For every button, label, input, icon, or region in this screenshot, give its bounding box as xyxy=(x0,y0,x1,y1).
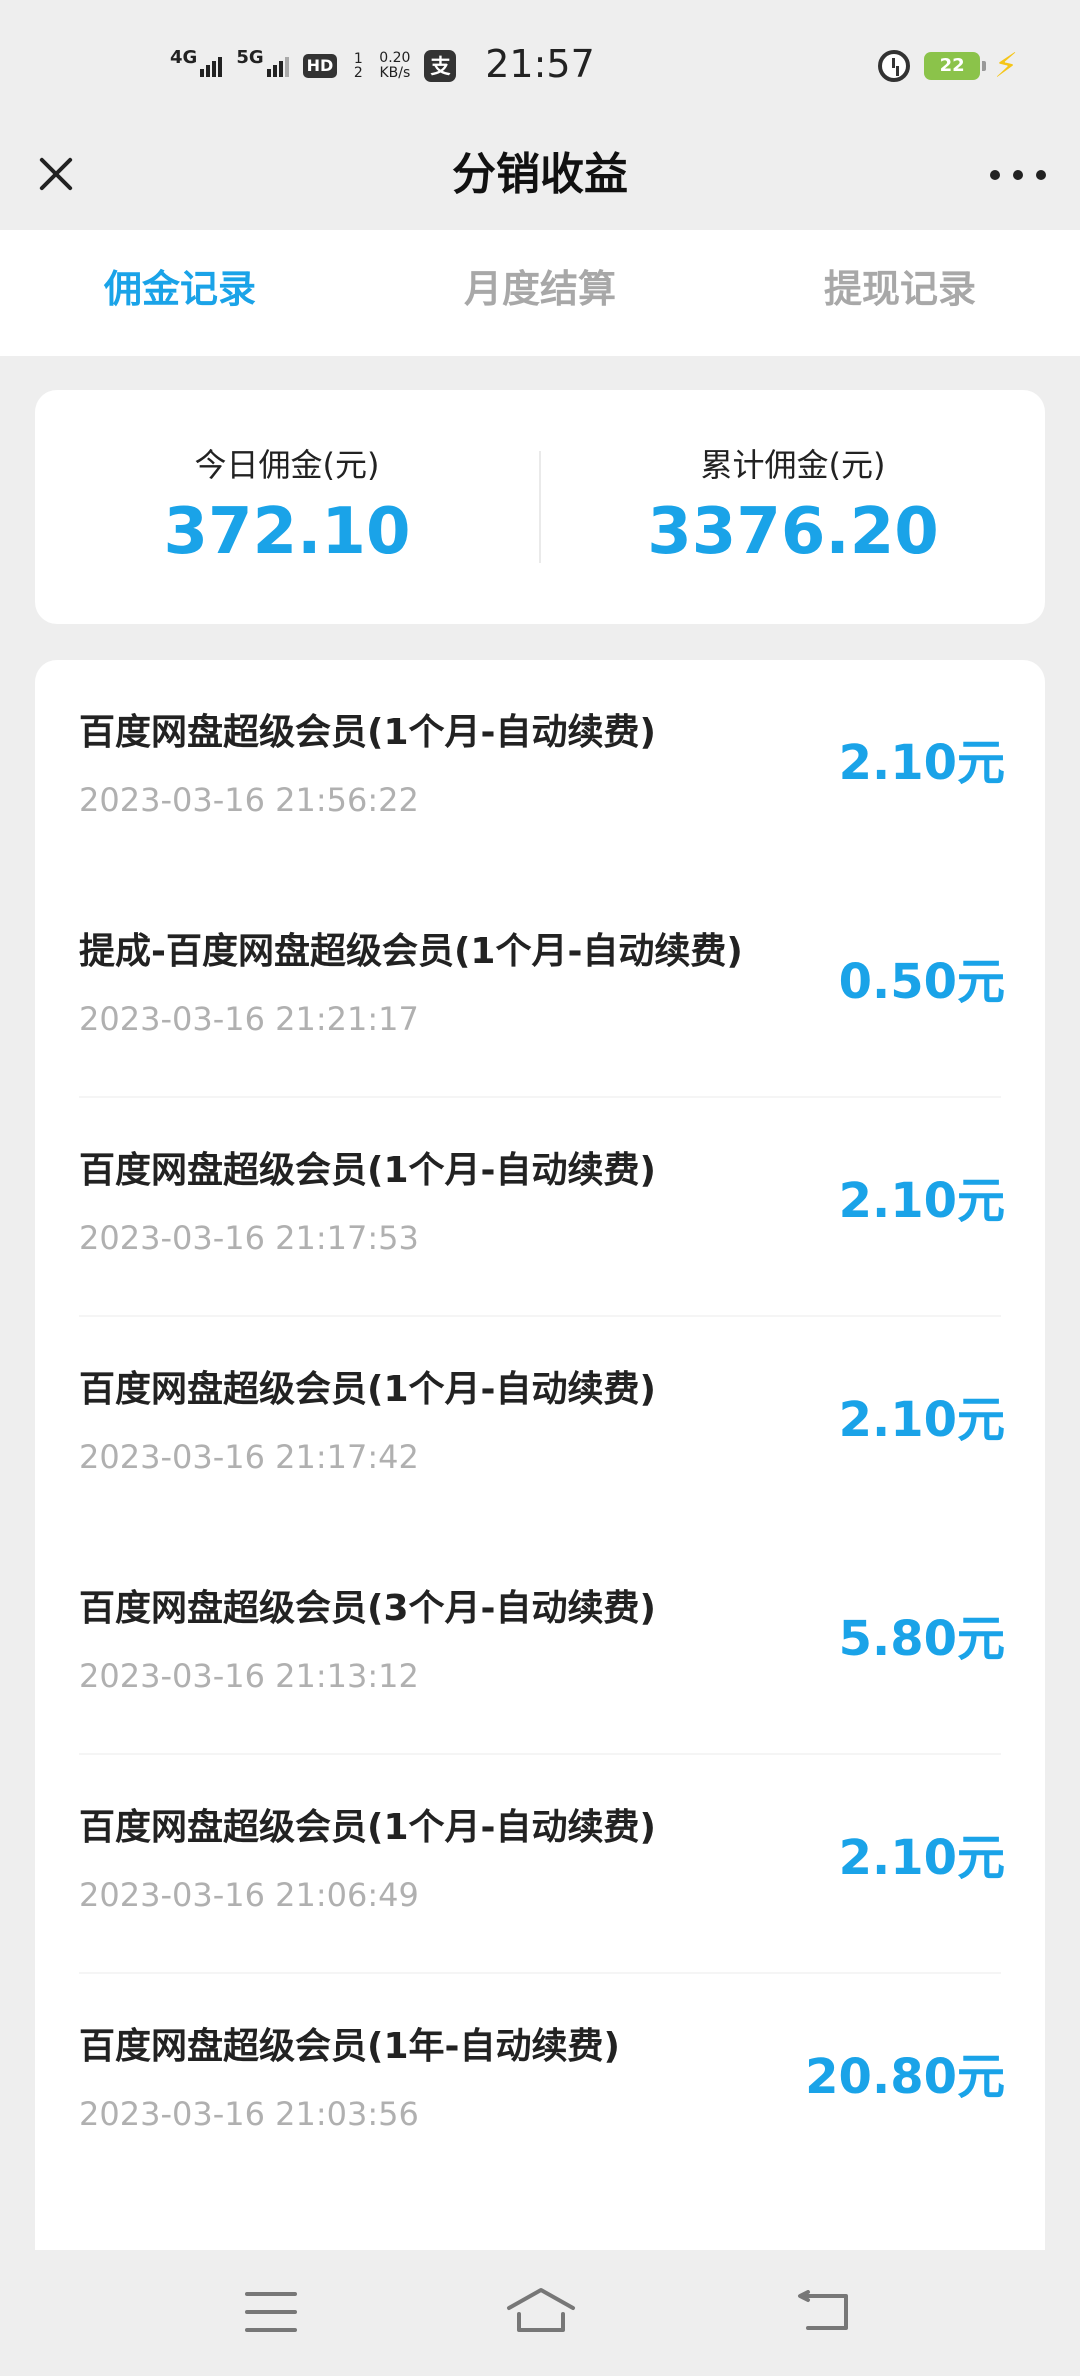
today-commission: 今日佣金(元) 372.10 xyxy=(35,440,539,574)
dot-icon xyxy=(990,170,1000,180)
list-item[interactable]: 百度网盘超级会员(1个月-自动续费) 2023-03-16 21:06:49 2… xyxy=(35,1755,1045,1974)
title-bar: 分销收益 xyxy=(0,130,1080,230)
more-options-button[interactable] xyxy=(990,160,1046,190)
dot-icon xyxy=(1013,170,1023,180)
charging-icon: ⚡ xyxy=(994,46,1018,86)
list-item[interactable]: 百度网盘超级会员(1个月-自动续费) 2023-03-16 21:17:42 2… xyxy=(35,1317,1045,1536)
list-item[interactable]: 百度网盘超级会员(3个月-自动续费) 2023-03-16 21:13:12 5… xyxy=(35,1536,1045,1755)
record-amount: 2.10元 xyxy=(838,1392,1005,1448)
record-time: 2023-03-16 21:06:49 xyxy=(79,1876,419,1914)
menu-icon[interactable] xyxy=(245,2292,297,2332)
battery-icon: 22 xyxy=(924,52,987,80)
record-amount: 5.80元 xyxy=(838,1611,1005,1667)
status-bar: 4G 5G HD 1 2 0.20 KB/s 支 21:57 22 ⚡ xyxy=(0,0,1080,130)
back-icon[interactable] xyxy=(796,2290,852,2334)
record-name: 百度网盘超级会员(1个月-自动续费) xyxy=(79,712,656,753)
record-name: 百度网盘超级会员(1年-自动续费) xyxy=(79,2026,620,2067)
today-commission-label: 今日佣金(元) xyxy=(194,446,380,484)
record-amount: 2.10元 xyxy=(838,1173,1005,1229)
record-time: 2023-03-16 21:56:22 xyxy=(79,781,419,819)
record-name: 百度网盘超级会员(1个月-自动续费) xyxy=(79,1150,656,1191)
record-time: 2023-03-16 21:17:53 xyxy=(79,1219,419,1257)
record-time: 2023-03-16 21:03:56 xyxy=(79,2095,419,2133)
record-name: 百度网盘超级会员(1个月-自动续费) xyxy=(79,1807,656,1848)
record-amount: 2.10元 xyxy=(838,1830,1005,1886)
record-time: 2023-03-16 21:13:12 xyxy=(79,1657,419,1695)
page-title: 分销收益 xyxy=(452,149,628,200)
record-name: 百度网盘超级会员(3个月-自动续费) xyxy=(79,1588,656,1629)
list-item[interactable]: 提成-百度网盘超级会员(1个月-自动续费) 2023-03-16 21:21:1… xyxy=(35,879,1045,1098)
commission-summary-card: 今日佣金(元) 372.10 累计佣金(元) 3376.20 xyxy=(35,390,1045,624)
record-name: 百度网盘超级会员(1个月-自动续费) xyxy=(79,1369,656,1410)
tab-commission-records[interactable]: 佣金记录 xyxy=(0,230,360,356)
list-item[interactable]: 百度网盘超级会员(1个月-自动续费) 2023-03-16 21:56:22 2… xyxy=(35,660,1045,879)
record-amount: 0.50元 xyxy=(838,954,1005,1010)
status-right: 22 ⚡ xyxy=(878,46,1018,86)
tab-bar: 佣金记录 月度结算 提现记录 xyxy=(0,230,1080,356)
list-item[interactable]: 百度网盘超级会员(1个月-自动续费) 2023-03-16 21:17:53 2… xyxy=(35,1098,1045,1317)
home-icon[interactable] xyxy=(505,2284,577,2336)
record-amount: 20.80元 xyxy=(805,2049,1005,2105)
record-name: 提成-百度网盘超级会员(1个月-自动续费) xyxy=(79,931,743,972)
record-amount: 2.10元 xyxy=(838,735,1005,791)
alarm-icon xyxy=(878,50,911,82)
tab-monthly-settlement[interactable]: 月度结算 xyxy=(360,230,720,356)
tab-withdrawal-records[interactable]: 提现记录 xyxy=(720,230,1080,356)
total-commission-label: 累计佣金(元) xyxy=(700,446,886,484)
list-item[interactable]: 百度网盘超级会员(1年-自动续费) 2023-03-16 21:03:56 20… xyxy=(35,1974,1045,2193)
system-nav-bar xyxy=(0,2250,1080,2376)
total-commission-value: 3376.20 xyxy=(647,495,939,569)
today-commission-value: 372.10 xyxy=(163,495,411,569)
total-commission: 累计佣金(元) 3376.20 xyxy=(541,440,1045,574)
dot-icon xyxy=(1036,170,1046,180)
record-time: 2023-03-16 21:21:17 xyxy=(79,1000,419,1038)
commission-record-list: 百度网盘超级会员(1个月-自动续费) 2023-03-16 21:56:22 2… xyxy=(35,660,1045,2260)
record-time: 2023-03-16 21:17:42 xyxy=(79,1438,419,1476)
